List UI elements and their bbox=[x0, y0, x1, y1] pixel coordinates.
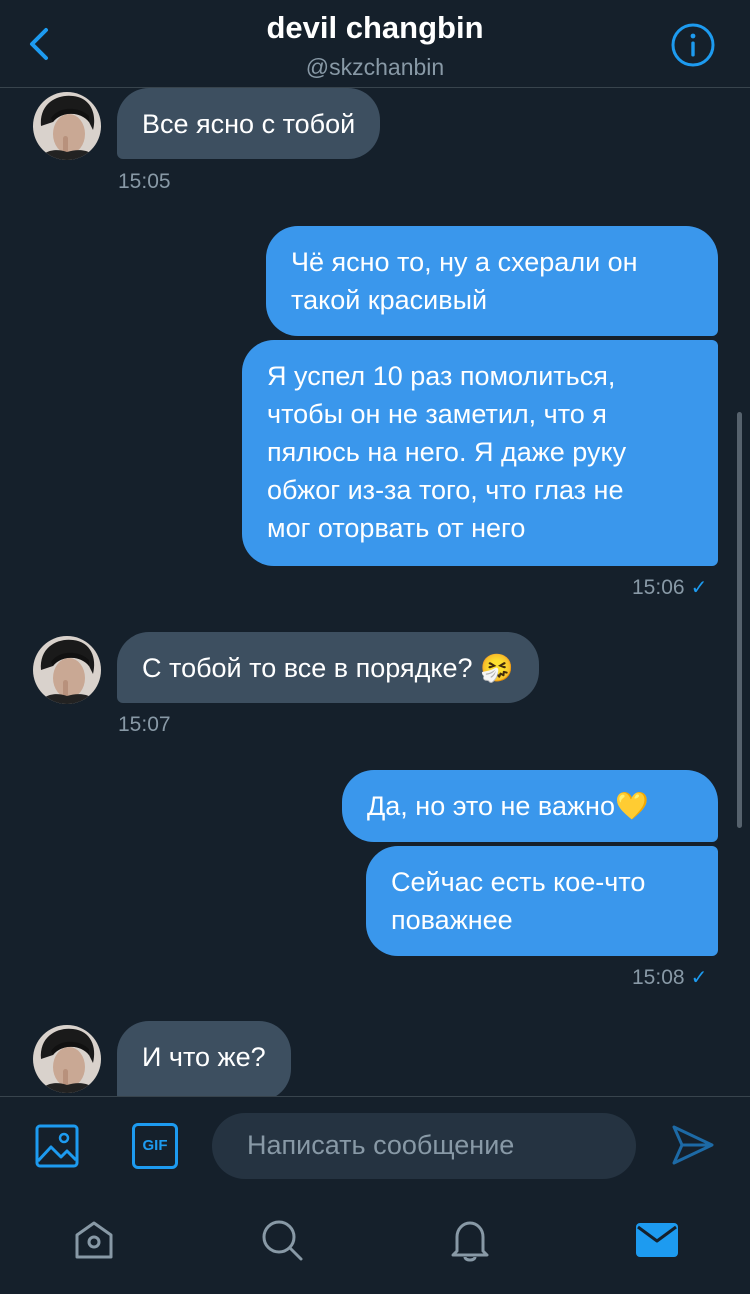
outgoing-message[interactable]: Да, но это не важно💛 bbox=[342, 770, 718, 842]
message-timestamp: 15:07 bbox=[118, 713, 171, 736]
gif-button[interactable]: GIF bbox=[132, 1123, 178, 1169]
avatar[interactable] bbox=[33, 92, 101, 160]
read-check-icon: ✓ bbox=[690, 577, 708, 599]
send-icon[interactable] bbox=[670, 1123, 716, 1167]
message-text: И что же? bbox=[142, 1042, 266, 1072]
avatar[interactable] bbox=[33, 636, 101, 704]
message-text: Чё ясно то, ну а схерали он bbox=[291, 247, 638, 277]
home-icon[interactable] bbox=[71, 1217, 117, 1263]
message-timestamp: 15:06 ✓ bbox=[632, 575, 707, 600]
message-text: поважнее bbox=[391, 905, 513, 935]
message-text: Все ясно с тобой bbox=[142, 109, 356, 139]
message-text: чтобы он не заметил, что я bbox=[267, 399, 607, 429]
conversation-header: devil changbin @skzchanbin bbox=[0, 0, 750, 88]
message-time: 15:06 bbox=[632, 576, 685, 599]
contact-handle: @skzchanbin bbox=[305, 54, 445, 80]
message-text: пялюсь на него. Я даже руку bbox=[267, 437, 627, 467]
incoming-message[interactable]: С тобой то все в порядке? 🤧 bbox=[117, 632, 539, 703]
incoming-message[interactable]: И что же? bbox=[117, 1021, 291, 1096]
outgoing-message[interactable]: Я успел 10 раз помолиться, чтобы он не з… bbox=[242, 340, 718, 566]
message-text: Я успел 10 раз помолиться, bbox=[267, 361, 616, 391]
outgoing-message[interactable]: Чё ясно то, ну а схерали он такой красив… bbox=[266, 226, 718, 336]
message-input[interactable]: Написать сообщение bbox=[212, 1113, 636, 1179]
message-text: Сейчас есть кое-что bbox=[391, 867, 646, 897]
incoming-message[interactable]: Все ясно с тобой bbox=[117, 88, 381, 159]
message-composer: GIF Написать сообщение bbox=[0, 1096, 750, 1294]
tab-bar bbox=[0, 1217, 750, 1277]
search-icon[interactable] bbox=[259, 1217, 305, 1263]
notifications-icon[interactable] bbox=[447, 1217, 493, 1263]
contact-name[interactable]: devil changbin bbox=[0, 10, 750, 46]
message-text: обжог из-за того, что глаз не bbox=[267, 475, 624, 505]
message-text: мог оторвать от него bbox=[267, 513, 526, 543]
avatar[interactable] bbox=[33, 1025, 101, 1093]
message-text: Да, но это не важно💛 bbox=[367, 791, 649, 821]
read-check-icon: ✓ bbox=[690, 967, 708, 989]
info-icon[interactable] bbox=[670, 22, 716, 68]
image-icon[interactable] bbox=[34, 1123, 80, 1169]
message-text: С тобой то все в порядке? 🤧 bbox=[142, 653, 514, 683]
messages-icon[interactable] bbox=[634, 1217, 680, 1263]
message-timestamp: 15:05 bbox=[118, 170, 171, 193]
outgoing-message[interactable]: Сейчас есть кое-что поважнее bbox=[366, 846, 718, 956]
message-time: 15:08 bbox=[632, 966, 685, 989]
scrollbar[interactable] bbox=[737, 412, 742, 828]
message-thread[interactable]: Все ясно с тобой 15:05 Чё ясно то, ну а … bbox=[0, 88, 750, 1096]
message-text: такой красивый bbox=[291, 285, 488, 315]
message-timestamp: 15:08 ✓ bbox=[632, 965, 707, 990]
